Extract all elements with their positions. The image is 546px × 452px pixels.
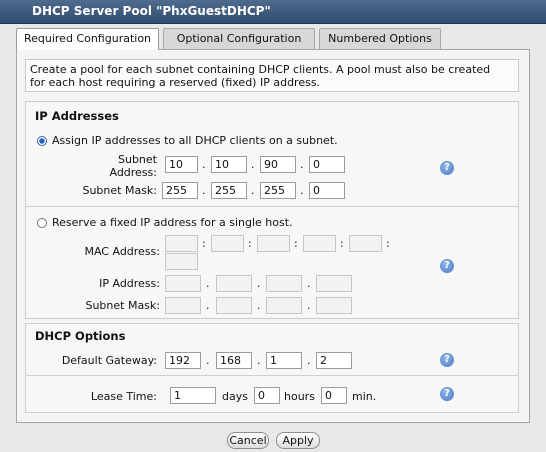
fixed-mask-octet-1[interactable]	[165, 297, 201, 314]
subnet-address-octet-3[interactable]: 90	[260, 156, 296, 173]
default-gateway-label: Default Gateway:	[61, 354, 157, 367]
mac-octet-2[interactable]	[211, 235, 244, 252]
help-icon[interactable]: ?	[440, 259, 454, 273]
lease-hours-input[interactable]: 0	[254, 387, 280, 404]
window-title: DHCP Server Pool "PhxGuestDHCP"	[0, 0, 546, 24]
fixed-ip-octet-3[interactable]	[266, 275, 302, 292]
tab-numbered-options[interactable]: Numbered Options	[319, 28, 441, 49]
fixed-address-radio[interactable]	[37, 218, 47, 228]
mac-octet-4[interactable]	[303, 235, 336, 252]
fixed-subnet-mask-label: Subnet Mask:	[85, 299, 160, 312]
hours-label: hours	[284, 390, 315, 403]
dot-separator: .	[257, 354, 261, 367]
tab-required-configuration[interactable]: Required Configuration	[16, 28, 159, 50]
dot-separator: .	[202, 184, 206, 197]
gateway-octet-2[interactable]: 168	[216, 352, 252, 369]
dot-separator: .	[206, 299, 210, 312]
dot-separator: .	[206, 354, 210, 367]
dot-separator: .	[307, 299, 311, 312]
subnet-mask-octet-1[interactable]: 255	[162, 182, 198, 199]
gateway-octet-4[interactable]: 2	[316, 352, 352, 369]
colon-separator: :	[386, 237, 390, 250]
tab-optional-configuration[interactable]: Optional Configuration	[163, 28, 315, 49]
lease-days-input[interactable]: 1	[170, 387, 216, 404]
subnet-address-octet-4[interactable]: 0	[309, 156, 345, 173]
dot-separator: .	[202, 158, 206, 171]
dot-separator: .	[300, 184, 304, 197]
fixed-mask-octet-2[interactable]	[216, 297, 252, 314]
lease-min-input[interactable]: 0	[321, 387, 347, 404]
fixed-ip-octet-1[interactable]	[165, 275, 201, 292]
assign-subnet-label: Assign IP addresses to all DHCP clients …	[52, 134, 338, 147]
fixed-ip-address-label: IP Address:	[99, 277, 160, 290]
colon-separator: :	[202, 237, 206, 250]
mac-address-label: MAC Address:	[84, 245, 160, 258]
gateway-octet-3[interactable]: 1	[266, 352, 302, 369]
dhcp-options-title: DHCP Options	[35, 329, 126, 343]
colon-separator: :	[340, 237, 344, 250]
subnet-mask-label: Subnet Mask:	[82, 184, 157, 197]
subnet-address-octet-1[interactable]: 10	[165, 156, 198, 173]
subnet-mask-octet-3[interactable]: 255	[260, 182, 296, 199]
fixed-address-label: Reserve a fixed IP address for a single …	[52, 216, 293, 229]
info-text-line-1: Create a pool for each subnet containing…	[30, 63, 491, 76]
ip-addresses-title: IP Addresses	[35, 109, 119, 123]
gateway-octet-1[interactable]: 192	[165, 352, 201, 369]
assign-subnet-radio[interactable]	[37, 136, 47, 146]
fixed-mask-octet-4[interactable]	[316, 297, 352, 314]
dot-separator: .	[251, 184, 255, 197]
cancel-button[interactable]: Cancel	[227, 432, 269, 449]
dot-separator: .	[257, 299, 261, 312]
dot-separator: .	[307, 277, 311, 290]
colon-separator: :	[294, 237, 298, 250]
help-icon[interactable]: ?	[440, 161, 454, 175]
subnet-address-octet-2[interactable]: 10	[211, 156, 247, 173]
colon-separator: :	[248, 237, 252, 250]
mac-octet-3[interactable]	[257, 235, 290, 252]
subnet-mask-octet-4[interactable]: 0	[309, 182, 345, 199]
subnet-address-label: Subnet Address:	[109, 153, 157, 179]
mac-octet-5[interactable]	[349, 235, 382, 252]
section-divider	[25, 206, 519, 207]
info-box: Create a pool for each subnet containing…	[25, 59, 519, 92]
lease-time-label: Lease Time:	[90, 390, 157, 403]
subnet-mask-octet-2[interactable]: 255	[211, 182, 247, 199]
fixed-ip-octet-2[interactable]	[216, 275, 252, 292]
dot-separator: .	[251, 158, 255, 171]
dot-separator: .	[307, 354, 311, 367]
help-icon[interactable]: ?	[440, 353, 454, 367]
mac-octet-6[interactable]	[165, 253, 198, 270]
dot-separator: .	[206, 277, 210, 290]
apply-button[interactable]: Apply	[276, 432, 320, 449]
section-divider	[25, 375, 519, 376]
days-label: days	[222, 390, 248, 403]
fixed-mask-octet-3[interactable]	[266, 297, 302, 314]
fixed-ip-octet-4[interactable]	[316, 275, 352, 292]
min-label: min.	[352, 390, 377, 403]
dot-separator: .	[257, 277, 261, 290]
help-icon[interactable]: ?	[440, 387, 454, 401]
dot-separator: .	[300, 158, 304, 171]
info-text-line-2: for each host requiring a reserved (fixe…	[30, 76, 321, 89]
mac-octet-1[interactable]	[165, 235, 198, 252]
